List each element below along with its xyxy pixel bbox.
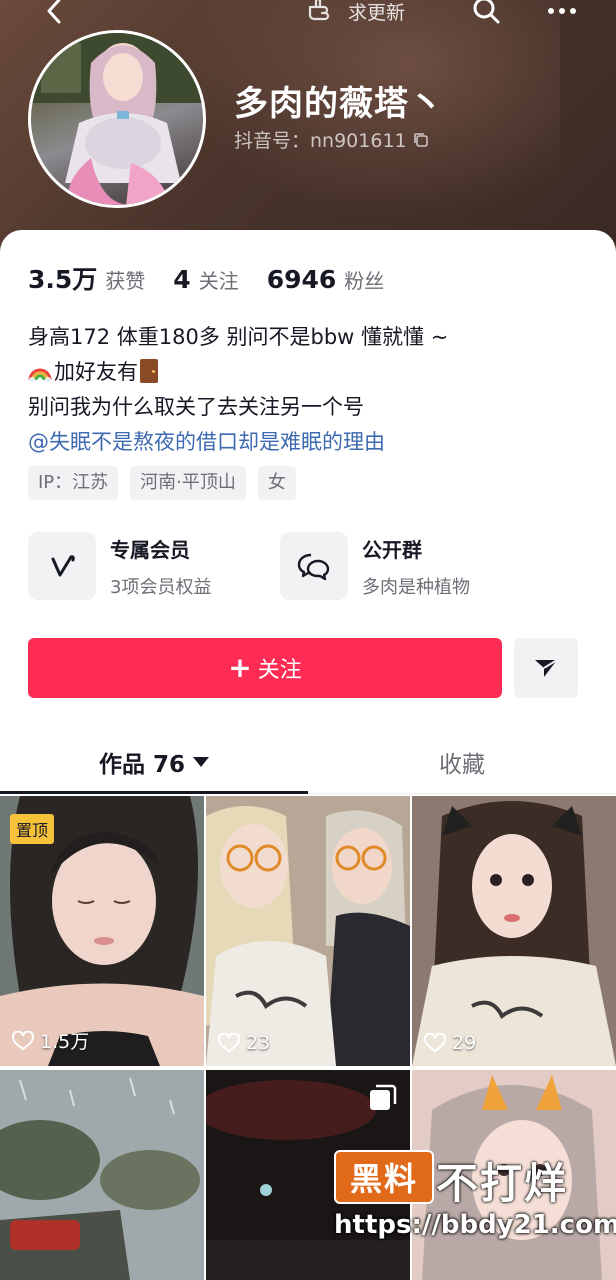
nickname: 多肉的薇塔丶 xyxy=(234,84,444,124)
share-button[interactable] xyxy=(514,638,578,698)
tab-favorites[interactable]: 收藏 xyxy=(308,734,616,790)
public-group-entry[interactable]: 公开群 多肉是种植物 xyxy=(280,528,470,604)
top-bar: 求更新 xyxy=(0,0,616,30)
following-label[interactable]: 关注 xyxy=(199,265,239,294)
heart-icon xyxy=(12,1030,34,1050)
like-count-value: 23 xyxy=(246,1032,271,1054)
more-button[interactable] xyxy=(544,0,580,26)
door-icon xyxy=(140,359,158,383)
video-thumbnail[interactable] xyxy=(0,1070,204,1280)
like-count-value: 1.5万 xyxy=(40,1031,90,1053)
multi-image-icon xyxy=(370,1084,397,1110)
douyin-id: 抖音号：nn901611 xyxy=(234,130,407,152)
video-thumbnail[interactable]: 23 xyxy=(206,796,410,1066)
watermark-title: 不打烊 xyxy=(436,1159,569,1208)
like-count: 23 xyxy=(218,1032,270,1054)
group-chat-icon xyxy=(297,553,330,581)
send-icon xyxy=(535,659,558,677)
request-update-label: 求更新 xyxy=(348,1,406,24)
membership-title: 专属会员 xyxy=(110,537,190,562)
video-cover-image xyxy=(206,796,410,1066)
back-button[interactable] xyxy=(40,0,70,26)
content-tabs: 作品 76 收藏 xyxy=(0,734,616,794)
membership-subtitle: 3项会员权益 xyxy=(110,576,212,598)
following-count[interactable]: 4 xyxy=(173,265,190,294)
hand-point-icon xyxy=(308,0,330,21)
follow-label: 关注 xyxy=(257,658,302,683)
search-button[interactable] xyxy=(470,0,502,26)
membership-entry[interactable]: 专属会员 3项会员权益 xyxy=(28,528,211,604)
watermark: 黑料 不打烊 https://bbdy21.com xyxy=(334,1150,616,1258)
follow-button[interactable]: + 关注 xyxy=(28,638,502,698)
like-count: 1.5万 xyxy=(12,1027,89,1054)
like-count: 29 xyxy=(424,1032,476,1054)
heart-icon xyxy=(218,1033,240,1053)
ip-location-tag: IP：江苏 xyxy=(28,466,119,500)
tab-works-label: 作品 76 xyxy=(98,752,185,778)
bio-line-1: 身高172 体重180多 别问不是bbw 懂就懂 ~ xyxy=(28,325,449,349)
v-logo-icon xyxy=(51,555,75,577)
watermark-logo-box: 黑料 xyxy=(334,1150,434,1204)
pinned-badge: 置顶 xyxy=(10,814,55,844)
rainbow-icon xyxy=(28,368,52,382)
stats-row: 3.5万 获赞 4 关注 6946 粉丝 xyxy=(28,260,412,296)
more-dots-icon xyxy=(548,8,576,14)
video-thumbnail[interactable]: 29 xyxy=(412,796,616,1066)
bio: 身高172 体重180多 别问不是bbw 懂就懂 ~ 加好友有 别问我为什么取关… xyxy=(28,320,598,460)
video-thumbnail[interactable]: 置顶 1.5万 xyxy=(0,796,204,1066)
tab-favorites-label: 收藏 xyxy=(439,752,485,778)
bio-line-3: 别问我为什么取关了去关注另一个号 xyxy=(28,395,364,419)
gender-tag: 女 xyxy=(257,466,296,500)
avatar[interactable] xyxy=(28,30,206,208)
heart-icon xyxy=(424,1033,446,1053)
bio-line-2: 加好友有 xyxy=(54,360,138,384)
avatar-illustration xyxy=(31,33,203,205)
douyin-id-row[interactable]: 抖音号：nn901611 xyxy=(234,126,429,153)
search-icon xyxy=(473,0,500,24)
followers-label[interactable]: 粉丝 xyxy=(344,265,384,294)
plus-icon: + xyxy=(228,650,252,684)
public-group-subtitle: 多肉是种植物 xyxy=(362,576,470,598)
membership-icon-box xyxy=(28,532,96,600)
likes-label: 获赞 xyxy=(105,269,146,293)
group-icon-box xyxy=(280,532,348,600)
request-update-button[interactable]: 求更新 xyxy=(306,0,405,26)
like-count-value: 29 xyxy=(452,1032,477,1054)
active-tab-indicator xyxy=(0,791,308,794)
video-cover-image xyxy=(412,796,616,1066)
bio-line-2-row: 加好友有 xyxy=(28,355,598,390)
followers-count[interactable]: 6946 xyxy=(267,265,337,294)
caret-down-icon xyxy=(193,757,209,767)
bio-mention-link[interactable]: @失眠不是熬夜的借口却是难眠的理由 xyxy=(28,425,598,460)
profile-header: 求更新 多肉的薇塔丶 抖音号：nn901611 xyxy=(0,0,616,260)
copy-icon[interactable] xyxy=(413,132,429,148)
watermark-url: https://bbdy21.com xyxy=(334,1210,616,1240)
tab-works[interactable]: 作品 76 xyxy=(0,734,308,790)
back-arrow-icon xyxy=(47,0,61,24)
hometown-tag: 河南·平顶山 xyxy=(130,466,246,500)
public-group-title: 公开群 xyxy=(362,537,422,562)
likes-count: 3.5万 xyxy=(28,265,98,294)
video-cover-image xyxy=(0,1070,204,1280)
tag-row: IP：江苏 河南·平顶山 女 xyxy=(28,466,296,500)
